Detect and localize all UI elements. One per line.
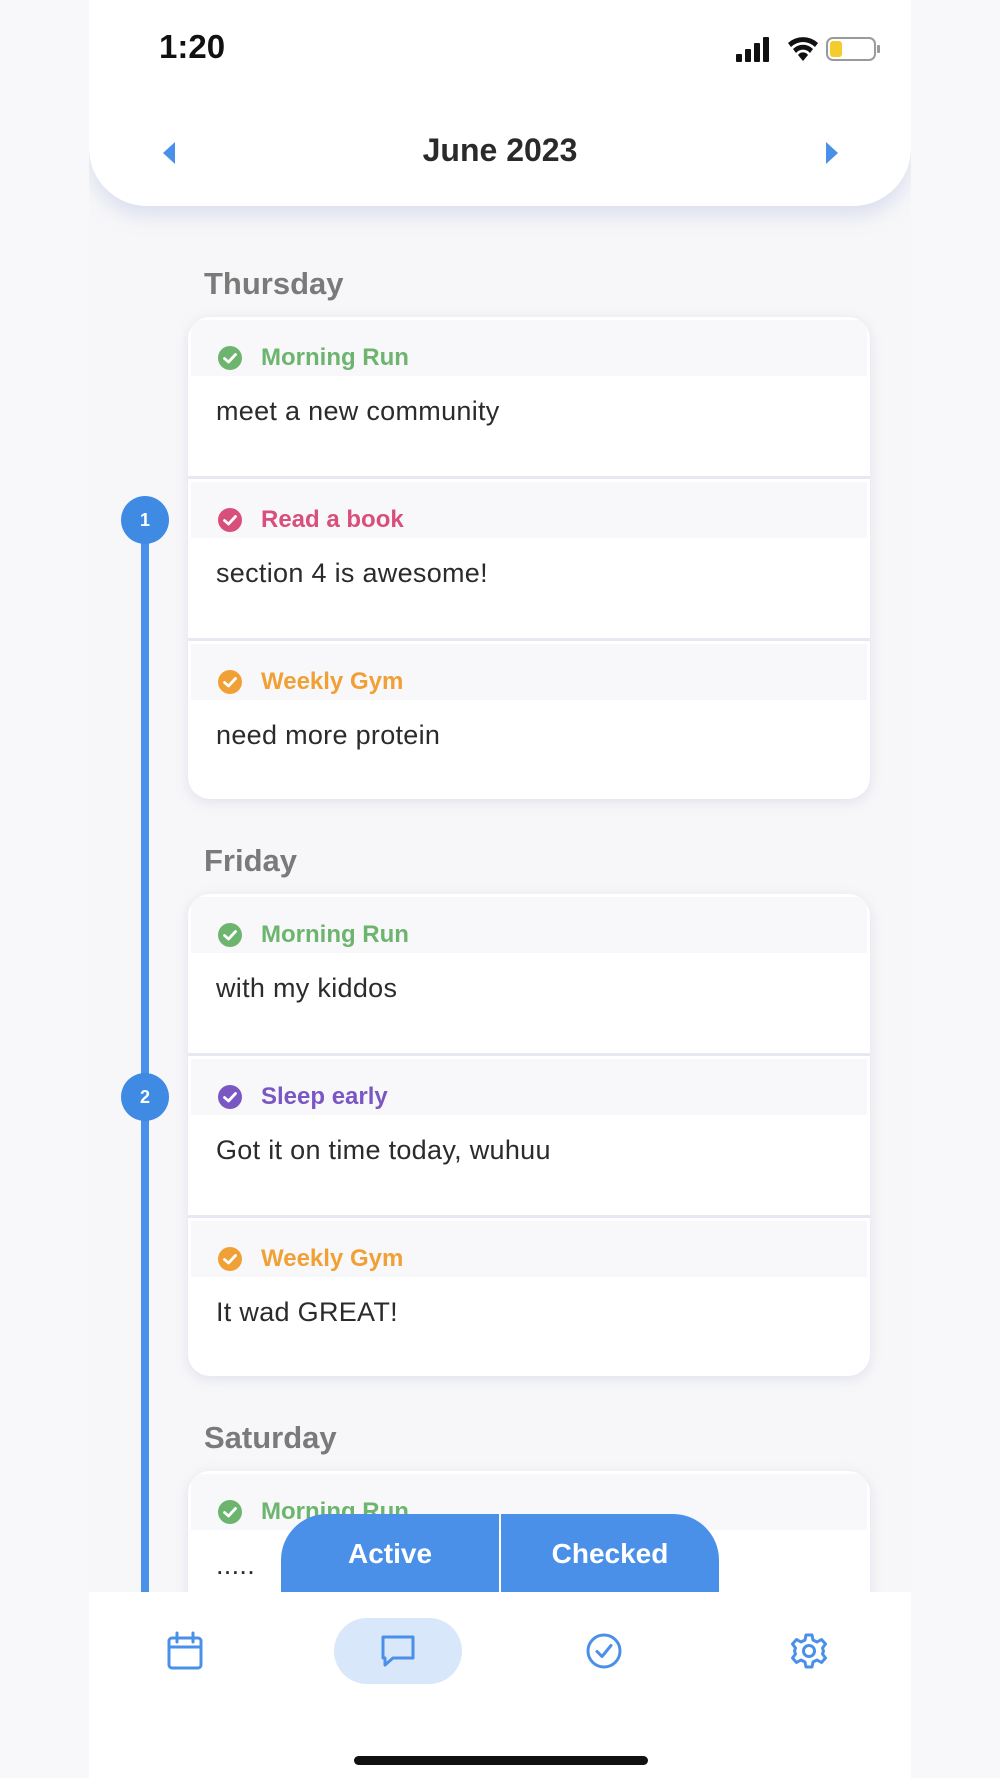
day-label: Friday xyxy=(204,843,298,878)
app-screen: 1:20 June 2023 1 2 Thursday Morning Run … xyxy=(89,0,911,1778)
entry-note: Got it on time today, wuhuu xyxy=(216,1135,551,1165)
next-month-icon[interactable] xyxy=(820,140,844,166)
entry-item[interactable]: Weekly Gym It wad GREAT! xyxy=(188,1218,870,1376)
day-label: Thursday xyxy=(204,266,344,301)
check-circle-icon xyxy=(218,1500,242,1524)
chat-icon xyxy=(381,1635,415,1667)
month-title: June 2023 xyxy=(422,132,578,168)
entry-note: with my kiddos xyxy=(216,973,398,1003)
nav-checked[interactable] xyxy=(578,1618,630,1684)
habit-name: Weekly Gym xyxy=(261,1245,404,1272)
battery-icon xyxy=(826,37,880,61)
check-circle-icon xyxy=(218,923,242,947)
habit-name: Morning Run xyxy=(261,921,409,948)
bottom-nav xyxy=(89,1592,911,1778)
calendar-icon xyxy=(167,1631,203,1670)
check-circle-icon xyxy=(218,346,242,370)
settings-icon xyxy=(791,1633,827,1669)
day-card-friday: Morning Run with my kiddos Sleep early G… xyxy=(188,894,870,1376)
active-filter-button[interactable]: Active xyxy=(281,1514,499,1594)
check-circle-icon xyxy=(218,508,242,532)
check-circle-icon xyxy=(218,670,242,694)
entry-item[interactable]: Morning Run meet a new community xyxy=(188,317,870,479)
timeline-line xyxy=(141,500,149,1778)
entry-note: It wad GREAT! xyxy=(216,1297,398,1327)
filter-segmented-control: Active Checked xyxy=(281,1514,719,1594)
entry-item[interactable]: Morning Run with my kiddos xyxy=(188,894,870,1056)
check-circle-icon xyxy=(218,1085,242,1109)
home-indicator xyxy=(354,1756,648,1765)
timeline-step-1: 1 xyxy=(121,496,169,544)
nav-calendar[interactable] xyxy=(159,1618,211,1684)
entry-item[interactable]: Weekly Gym need more protein xyxy=(188,641,870,799)
entry-note: ..... xyxy=(216,1550,256,1580)
check-circle-icon xyxy=(586,1633,622,1669)
entry-item[interactable]: Read a book section 4 is awesome! xyxy=(188,479,870,641)
signal-icon xyxy=(736,37,769,62)
day-card-thursday: Morning Run meet a new community Read a … xyxy=(188,317,870,799)
entry-note: need more protein xyxy=(216,720,441,750)
month-navigator: June 2023 xyxy=(89,128,911,178)
day-label: Saturday xyxy=(204,1420,337,1455)
habit-name: Read a book xyxy=(261,506,404,533)
status-time: 1:20 xyxy=(159,28,226,65)
entry-note: meet a new community xyxy=(216,396,500,426)
status-icons xyxy=(736,37,880,62)
habit-name: Weekly Gym xyxy=(261,668,404,695)
header: 1:20 June 2023 xyxy=(89,0,911,206)
check-circle-icon xyxy=(218,1247,242,1271)
entry-item[interactable]: Sleep early Got it on time today, wuhuu xyxy=(188,1056,870,1218)
checked-filter-button[interactable]: Checked xyxy=(501,1514,719,1594)
habit-name: Morning Run xyxy=(261,344,409,371)
nav-settings[interactable] xyxy=(783,1618,835,1684)
wifi-icon xyxy=(788,37,818,61)
entry-note: section 4 is awesome! xyxy=(216,558,488,588)
nav-messages[interactable] xyxy=(334,1618,462,1684)
timeline-step-2: 2 xyxy=(121,1073,169,1121)
habit-name: Sleep early xyxy=(261,1083,388,1110)
